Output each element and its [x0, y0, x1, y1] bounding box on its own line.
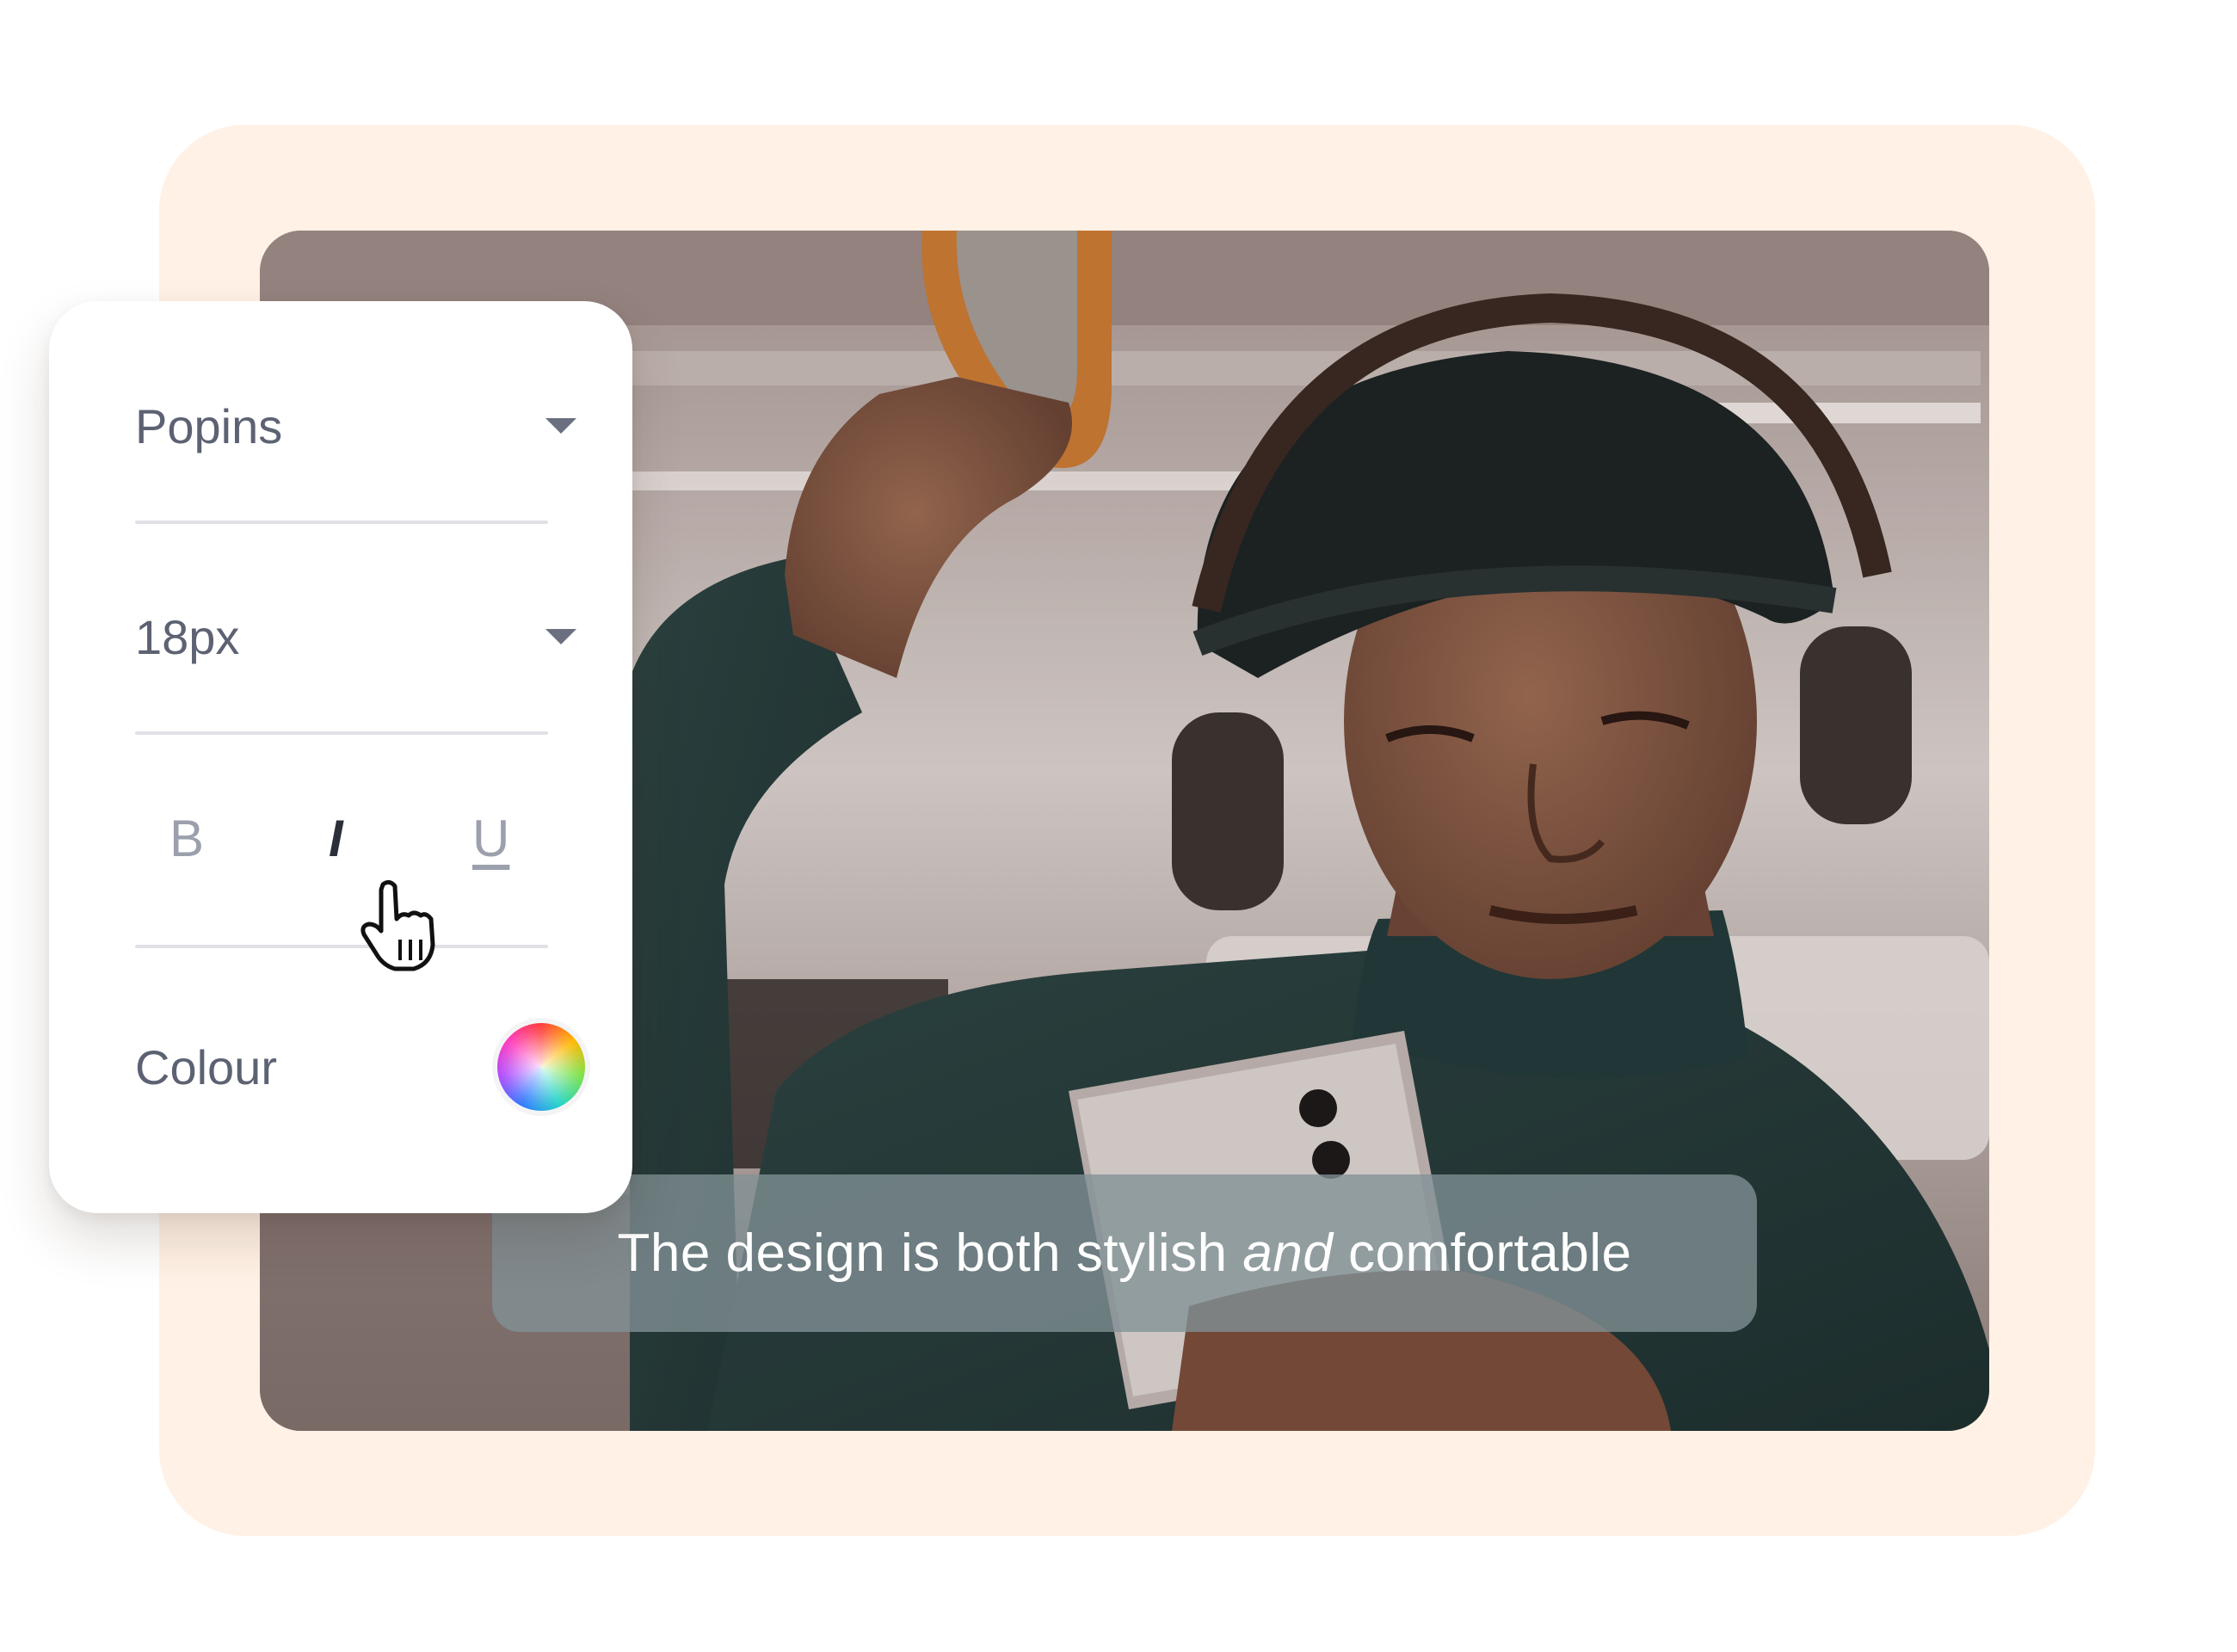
font-family-select[interactable]: Popins — [135, 387, 595, 465]
caption-text-after: comfortable — [1333, 1224, 1632, 1283]
hand-pointer-icon — [361, 879, 435, 971]
font-family-value: Popins — [135, 398, 283, 453]
text-style-panel: Popins 18px B I U Colour — [49, 301, 632, 1213]
colour-row[interactable]: Colour — [135, 1020, 595, 1114]
editor-preview: The design is both stylish and comfortab… — [0, 0, 2237, 1652]
caption-bar[interactable]: The design is both stylish and comfortab… — [492, 1174, 1757, 1332]
format-toolbar: B I U — [49, 809, 632, 886]
colour-label: Colour — [135, 1039, 277, 1094]
chevron-down-icon — [545, 418, 576, 434]
underline-button[interactable]: U — [472, 809, 509, 868]
caption-text-before: The design is both stylish — [617, 1224, 1243, 1283]
divider — [135, 731, 548, 735]
chevron-down-icon — [545, 629, 576, 644]
bold-button[interactable]: B — [169, 809, 204, 868]
caption-text-emphasis: and — [1242, 1224, 1334, 1283]
color-wheel-icon[interactable] — [497, 1023, 585, 1111]
divider — [135, 945, 548, 948]
italic-button[interactable]: I — [329, 809, 343, 868]
divider — [135, 521, 548, 524]
caption-text: The design is both stylish and comfortab… — [618, 1223, 1632, 1284]
font-size-select[interactable]: 18px — [135, 598, 595, 675]
font-size-value: 18px — [135, 609, 240, 664]
